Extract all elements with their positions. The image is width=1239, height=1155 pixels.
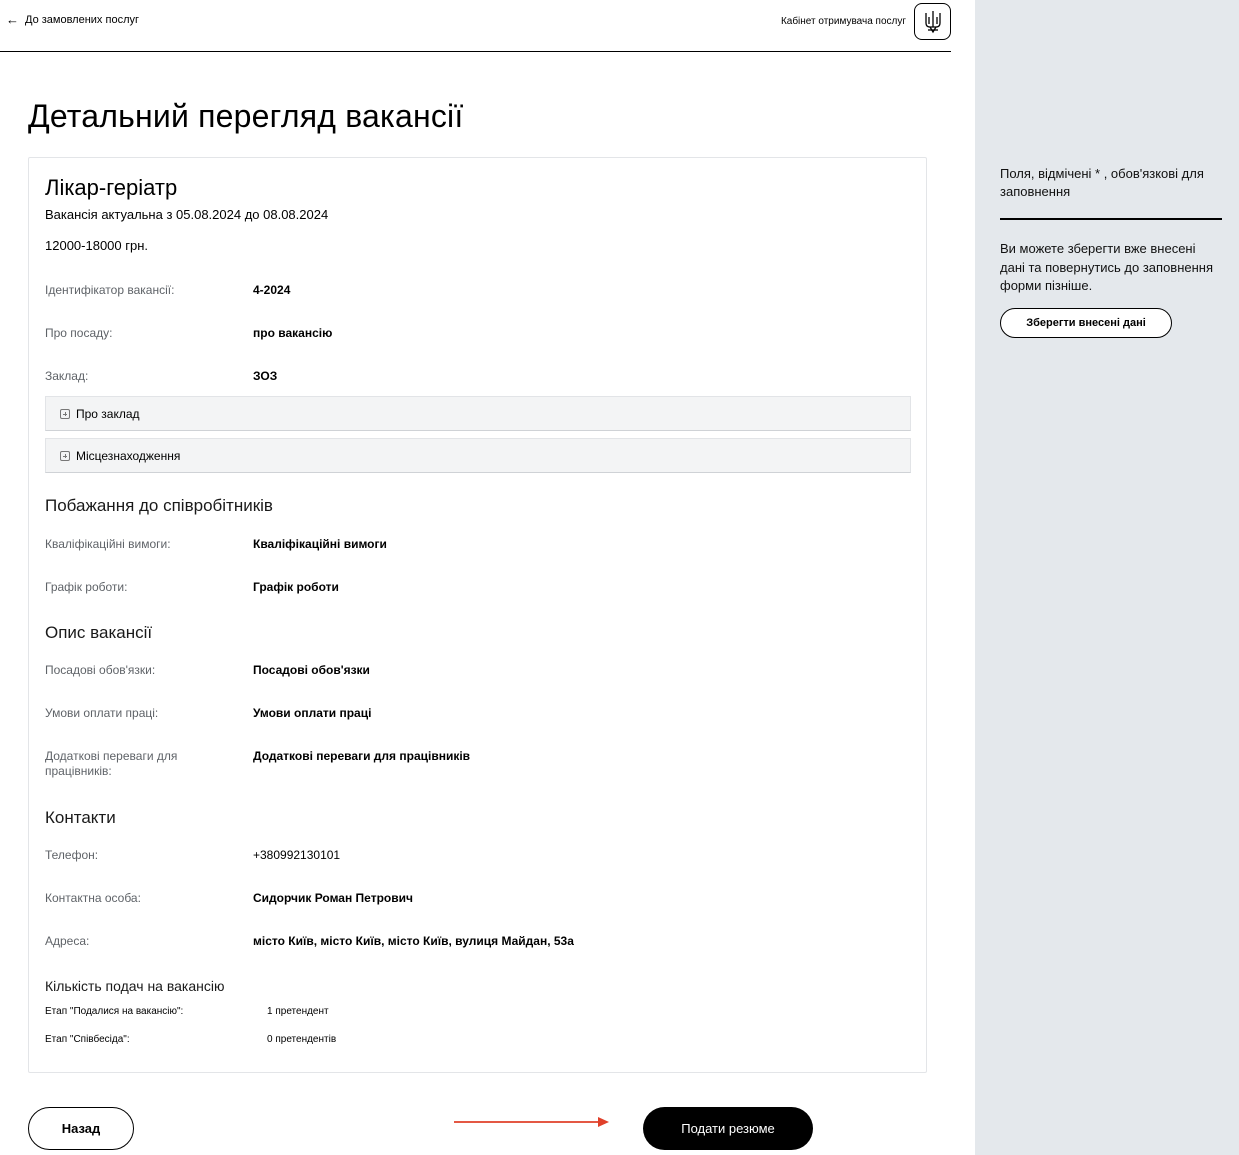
- required-fields-note: Поля, відмічені * , обов'язкові для запо…: [1000, 166, 1204, 199]
- back-button[interactable]: Назад: [28, 1107, 134, 1150]
- field-value: ЗОЗ: [253, 369, 278, 383]
- stage-value: 1 претендент: [267, 1006, 329, 1017]
- field-value: Сидорчик Роман Петрович: [253, 891, 413, 905]
- page-title: Детальний перегляд вакансії: [28, 98, 464, 134]
- stage-label: Етап "Співбесіда":: [45, 1034, 130, 1045]
- arrow-right-icon: [454, 1117, 609, 1127]
- accordion-label: Місцезнаходження: [76, 448, 181, 463]
- cabinet-switcher[interactable]: Кабінет отримувача послуг: [781, 3, 951, 40]
- section-heading-wishes: Побажання до співробітників: [45, 496, 273, 515]
- field-label: Графік роботи:: [45, 580, 128, 594]
- field-value: Умови оплати праці: [253, 706, 372, 720]
- accordion-label: Про заклад: [76, 406, 140, 421]
- field-label: Додаткові переваги для працівників:: [45, 749, 178, 778]
- field-label: Умови оплати праці:: [45, 706, 159, 720]
- field-value: Додаткові переваги для працівників: [253, 749, 471, 763]
- field-value: Посадові обов'язки: [253, 663, 370, 677]
- vacancy-period: Вакансія актуальна з 05.08.2024 до 08.08…: [45, 207, 329, 222]
- top-bar: ← До замовлених послуг Кабінет отримувач…: [0, 0, 951, 52]
- field-label: Контактна особа:: [45, 891, 141, 905]
- vacancy-card: Лікар-геріатр Вакансія актуальна з 05.08…: [28, 157, 927, 1073]
- vacancy-salary: 12000-18000 грн.: [45, 238, 149, 253]
- stage-value: 0 претендентів: [267, 1034, 337, 1045]
- field-label: Посадові обов'язки:: [45, 663, 156, 677]
- save-hint-text: Ви можете зберегти вже внесені дані та п…: [1000, 241, 1214, 293]
- field-value: Кваліфікаційні вимоги: [253, 537, 387, 551]
- field-label: Адреса:: [45, 934, 90, 948]
- expand-plus-icon: [60, 408, 70, 419]
- field-value: 4-2024: [253, 283, 291, 297]
- arrow-left-icon: ←: [6, 12, 19, 27]
- side-divider: [1000, 218, 1222, 220]
- back-to-orders-link[interactable]: ← До замовлених послуг: [6, 13, 139, 26]
- field-label: Ідентифікатор вакансії:: [45, 283, 175, 297]
- vacancy-title: Лікар-геріатр: [45, 175, 178, 200]
- field-value: +380992130101: [253, 848, 341, 862]
- field-value: Графік роботи: [253, 580, 339, 594]
- section-heading-applications: Кількість подач на вакансію: [45, 978, 225, 994]
- save-draft-button[interactable]: Зберегти внесені дані: [1000, 308, 1172, 338]
- accordion-location[interactable]: Місцезнаходження: [45, 438, 911, 473]
- accordion-about-institution[interactable]: Про заклад: [45, 396, 911, 431]
- section-heading-description: Опис вакансії: [45, 623, 153, 642]
- section-heading-contacts: Контакти: [45, 808, 116, 827]
- side-panel: Поля, відмічені * , обов'язкові для запо…: [975, 0, 1239, 1155]
- field-label: Заклад:: [45, 369, 89, 383]
- submit-resume-button[interactable]: Подати резюме: [643, 1107, 813, 1150]
- expand-plus-icon: [60, 450, 70, 461]
- field-label: Кваліфікаційні вимоги:: [45, 537, 171, 551]
- stage-label: Етап "Подалися на вакансію":: [45, 1006, 184, 1017]
- field-value: про вакансію: [253, 326, 333, 340]
- back-to-orders-label: До замовлених послуг: [25, 13, 139, 26]
- trident-icon[interactable]: [914, 3, 951, 40]
- cabinet-label: Кабінет отримувача послуг: [780, 16, 906, 27]
- field-value: місто Київ, місто Київ, місто Київ, вули…: [253, 934, 574, 948]
- field-label: Телефон:: [45, 848, 99, 862]
- field-label: Про посаду:: [45, 326, 113, 340]
